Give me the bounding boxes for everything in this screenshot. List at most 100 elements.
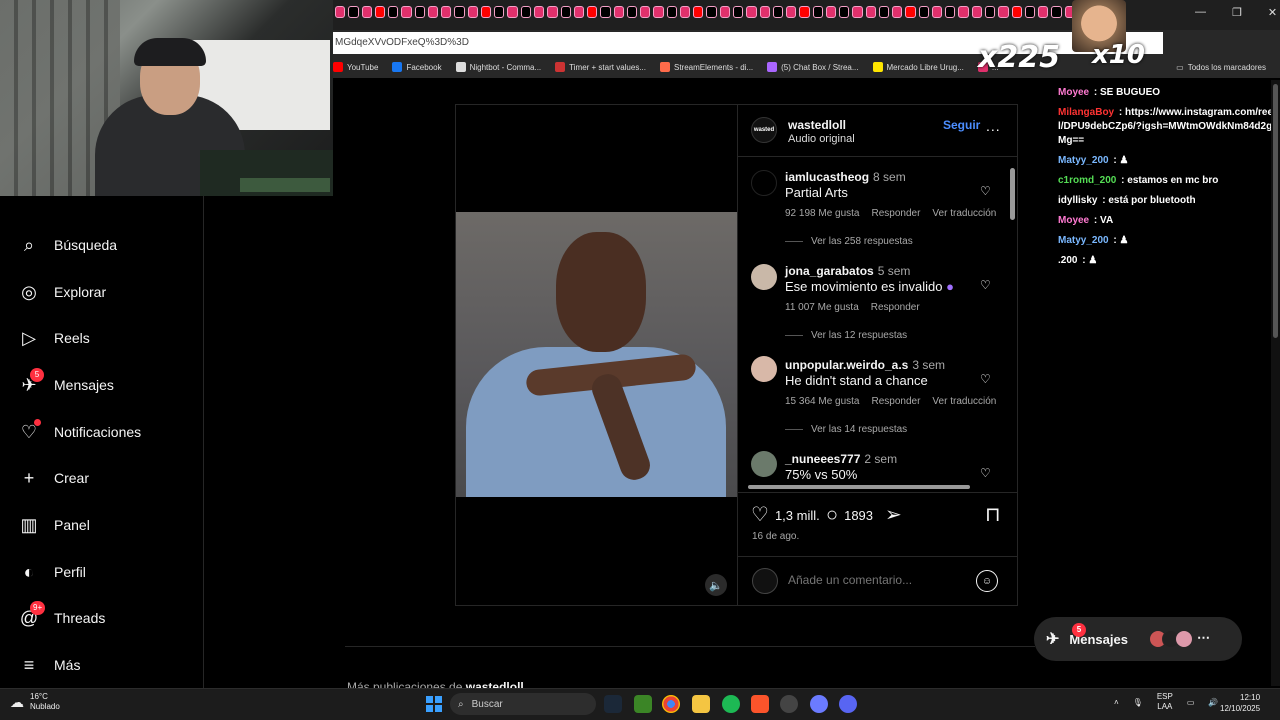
spotify-icon[interactable] xyxy=(722,695,740,713)
view-replies-button[interactable]: Ver las 14 respuestas xyxy=(785,424,907,435)
tab-favicon[interactable] xyxy=(892,6,903,18)
own-avatar[interactable] xyxy=(752,568,778,594)
view-replies-button[interactable]: Ver las 12 respuestas xyxy=(785,330,907,341)
minecraft-icon[interactable] xyxy=(634,695,652,713)
maximize-icon[interactable]: ❐ xyxy=(1232,6,1242,19)
tab-favicon[interactable] xyxy=(825,6,837,18)
tab-favicon[interactable] xyxy=(520,6,531,18)
post-video[interactable] xyxy=(456,212,737,497)
comment-username[interactable]: _nuneees777 2 sem xyxy=(785,452,897,466)
comment-like-icon[interactable]: ♡ xyxy=(980,466,991,480)
post-author-avatar[interactable]: wasted xyxy=(751,117,777,143)
app-icon[interactable] xyxy=(780,695,798,713)
sidebar-item-notificaciones[interactable]: ♡ Notificaciones xyxy=(18,419,141,443)
sidebar-item-crear[interactable]: + Crear xyxy=(18,467,89,489)
scrollbar-thumb[interactable] xyxy=(1010,168,1015,220)
tab-favicon[interactable] xyxy=(998,6,1009,18)
comment-input[interactable] xyxy=(788,573,968,587)
tab-favicon[interactable] xyxy=(441,6,452,18)
tab-favicon[interactable] xyxy=(388,6,399,18)
follow-button[interactable]: Seguir xyxy=(943,118,980,132)
tab-favicon[interactable] xyxy=(865,6,876,18)
bookmarks-folder[interactable]: ▭ Todos los marcadores xyxy=(1176,63,1266,72)
tab-favicon[interactable] xyxy=(719,6,730,18)
comment-like-icon[interactable]: ♡ xyxy=(980,278,991,292)
comment-reply-button[interactable]: Responder xyxy=(871,302,920,313)
chrome-icon[interactable] xyxy=(662,695,680,713)
sidebar-item-perfil[interactable]: ◐ Perfil xyxy=(18,561,86,583)
messages-pill[interactable]: ✈ 5 Mensajes ⋯ xyxy=(1034,617,1242,661)
tab-favicon[interactable] xyxy=(945,6,956,18)
tab-favicon[interactable] xyxy=(348,6,359,18)
comments-scrollbar[interactable] xyxy=(1009,160,1017,482)
speaker-icon[interactable]: 🔊 xyxy=(1208,698,1218,707)
tab-favicon[interactable] xyxy=(533,6,545,18)
tab-favicon[interactable] xyxy=(985,6,996,18)
emoji-icon[interactable]: ☺ xyxy=(976,570,998,592)
comment-username[interactable]: jona_garabatos 5 sem xyxy=(785,264,910,278)
tab-favicon[interactable] xyxy=(799,6,810,18)
comment-translate-button[interactable]: Ver traducción xyxy=(932,396,996,407)
tab-favicon[interactable] xyxy=(759,6,770,18)
share-button[interactable]: ➢ xyxy=(885,505,902,525)
microphone-icon[interactable]: 🎙 xyxy=(1133,698,1143,707)
tab-favicon[interactable] xyxy=(679,6,691,18)
comment-likes[interactable]: 15 364 Me gusta xyxy=(785,396,860,407)
weather-widget[interactable]: ☁ 16°C Nublado xyxy=(10,692,60,712)
tab-favicon[interactable] xyxy=(467,6,478,18)
page-scrollbar[interactable] xyxy=(1271,80,1280,686)
tab-favicon[interactable] xyxy=(971,6,983,18)
tab-favicon[interactable] xyxy=(1051,6,1062,18)
sidebar-item-búsqueda[interactable]: ⌕ Búsqueda xyxy=(18,234,117,256)
tab-favicon[interactable] xyxy=(905,6,916,18)
tab-favicon[interactable] xyxy=(746,6,757,18)
bookmark-item[interactable]: Nightbot - Comma... xyxy=(455,62,541,72)
tab-favicon[interactable] xyxy=(732,6,744,18)
tab-favicon[interactable] xyxy=(931,6,943,18)
sidebar-item-reels[interactable]: ▷ Reels xyxy=(18,327,90,349)
scrollbar-thumb[interactable] xyxy=(1273,84,1278,338)
comment-like-icon[interactable]: ♡ xyxy=(980,372,991,386)
comment-button[interactable]: ○ 1893 xyxy=(826,505,873,525)
windows-start-icon[interactable] xyxy=(426,696,442,712)
tab-favicon[interactable] xyxy=(507,6,518,18)
tab-favicon[interactable] xyxy=(852,6,863,18)
comment-username[interactable]: iamlucastheog 8 sem xyxy=(785,170,906,184)
network-icon[interactable]: ▭ xyxy=(1187,698,1195,707)
view-replies-button[interactable]: Ver las 258 respuestas xyxy=(785,236,913,247)
tab-favicon[interactable] xyxy=(878,6,890,18)
save-button[interactable]: ⊓ xyxy=(985,505,1001,525)
comments-horizontal-scrollbar[interactable] xyxy=(740,483,1006,491)
tab-favicon[interactable] xyxy=(1024,6,1036,18)
tab-favicon[interactable] xyxy=(374,6,386,18)
chevron-up-icon[interactable]: ˄ xyxy=(1114,698,1119,707)
minimize-icon[interactable]: — xyxy=(1195,6,1206,19)
file-explorer-icon[interactable] xyxy=(692,695,710,713)
steam-icon[interactable] xyxy=(604,695,622,713)
tab-favicon[interactable] xyxy=(401,6,412,18)
sidebar-item-panel[interactable]: ▥ Panel xyxy=(18,514,89,536)
tab-favicon[interactable] xyxy=(1038,6,1049,18)
comment-likes[interactable]: 92 198 Me gusta xyxy=(785,208,860,219)
tab-favicon[interactable] xyxy=(693,6,704,18)
bookmark-item[interactable]: YouTube xyxy=(333,62,378,72)
tab-favicon[interactable] xyxy=(706,6,717,18)
tab-favicon[interactable] xyxy=(560,6,571,18)
tab-favicon[interactable] xyxy=(613,6,624,18)
commenter-avatar[interactable] xyxy=(751,356,777,382)
discord-icon[interactable] xyxy=(839,695,857,713)
tab-favicon[interactable] xyxy=(600,6,611,18)
commenter-avatar[interactable] xyxy=(751,451,777,477)
tab-favicon[interactable] xyxy=(427,6,439,18)
taskbar-clock[interactable]: 12:10 12/10/2025 xyxy=(1220,692,1260,714)
commenter-avatar[interactable] xyxy=(751,170,777,196)
tab-favicon[interactable] xyxy=(1011,6,1022,18)
comment-reply-button[interactable]: Responder xyxy=(872,208,921,219)
close-icon[interactable]: ✕ xyxy=(1268,6,1277,19)
tab-favicon[interactable] xyxy=(587,6,598,18)
taskbar-search[interactable]: ⌕ Buscar xyxy=(450,693,596,715)
post-author-username[interactable]: wastedloll xyxy=(788,118,846,132)
sidebar-item-mensajes[interactable]: ✈ 5 Mensajes xyxy=(18,368,114,396)
tab-favicon[interactable] xyxy=(626,6,638,18)
tab-favicon[interactable] xyxy=(494,6,505,18)
